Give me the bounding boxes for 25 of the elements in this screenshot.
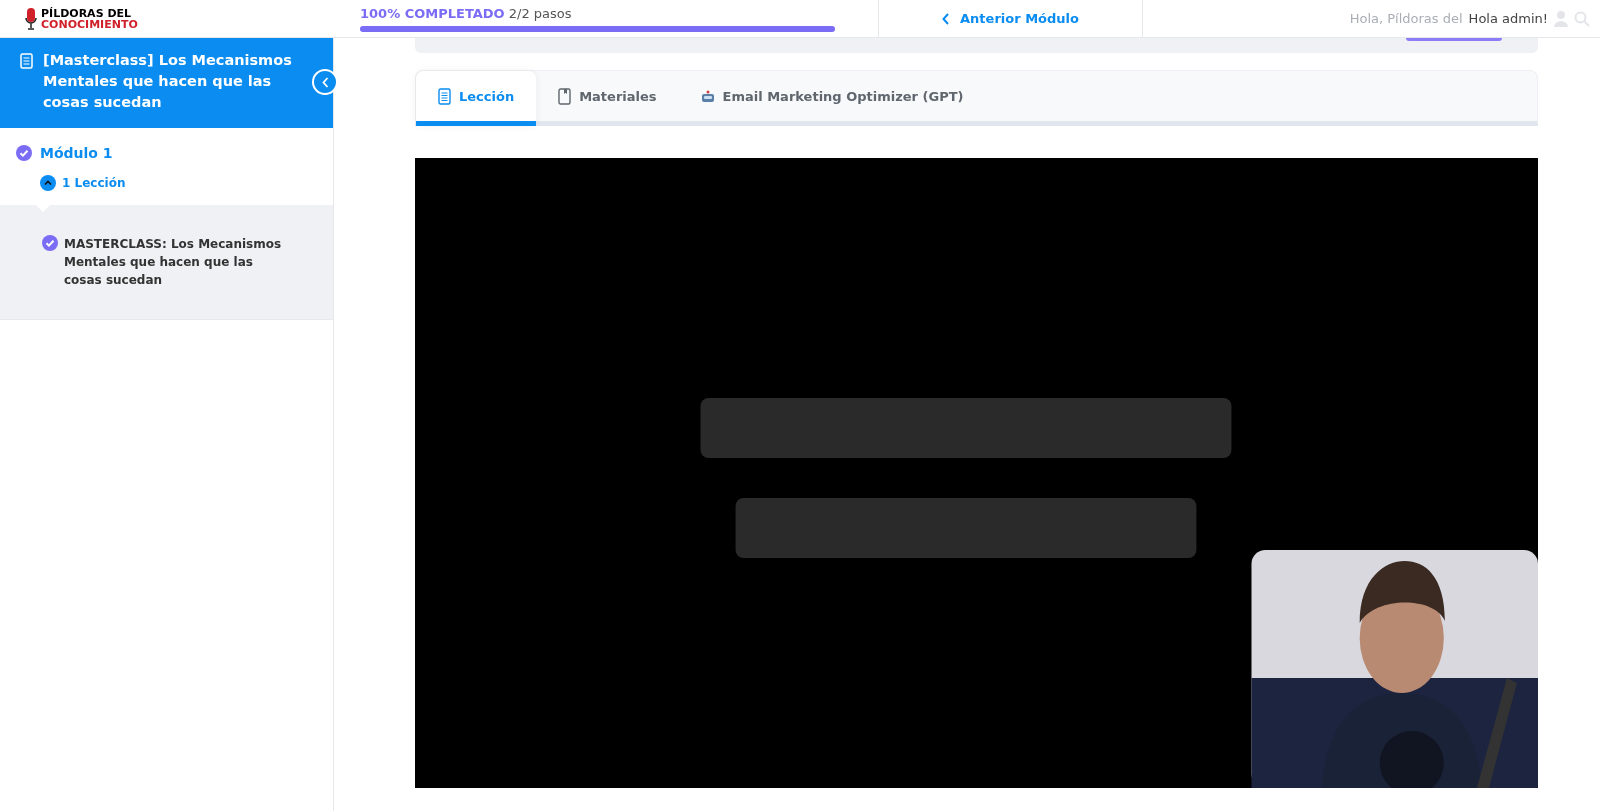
chevron-left-icon bbox=[942, 12, 951, 25]
greeting-text: Hola, Píldoras del bbox=[1349, 11, 1463, 26]
document-icon bbox=[438, 87, 451, 105]
logo-text: CONOCIMIENTO bbox=[41, 18, 138, 30]
user-icon bbox=[1554, 10, 1568, 27]
book-icon bbox=[558, 87, 572, 105]
collapse-sidebar-button[interactable] bbox=[312, 69, 338, 95]
chevron-left-icon bbox=[321, 76, 329, 88]
chevron-up-icon bbox=[40, 175, 56, 191]
tab[interactable]: Materiales bbox=[536, 71, 679, 126]
tab[interactable]: Email Marketing Optimizer (GPT) bbox=[678, 71, 986, 126]
logo-text: PÍLDORAS DEL bbox=[41, 7, 133, 19]
button-edge[interactable] bbox=[1406, 38, 1502, 41]
search-icon[interactable] bbox=[1574, 10, 1590, 27]
previous-module-button[interactable]: Anterior Módulo bbox=[878, 0, 1143, 37]
microphone-icon bbox=[25, 7, 37, 30]
greeting-text: Hola admin! bbox=[1468, 11, 1548, 26]
document-icon bbox=[20, 53, 33, 69]
progress-label: 100% COMPLETADO bbox=[360, 5, 505, 21]
lessons-toggle[interactable]: 1 Lección bbox=[0, 161, 126, 205]
robot-icon bbox=[700, 89, 715, 103]
tab[interactable]: Lección bbox=[416, 71, 537, 126]
course-title: [Masterclass] Los Mecanismos Mentales que hacen que las cosas sucedan bbox=[43, 51, 293, 112]
module-title[interactable]: Módulo 1 bbox=[40, 145, 113, 161]
progress-steps: 2/2 pasos bbox=[508, 5, 572, 21]
